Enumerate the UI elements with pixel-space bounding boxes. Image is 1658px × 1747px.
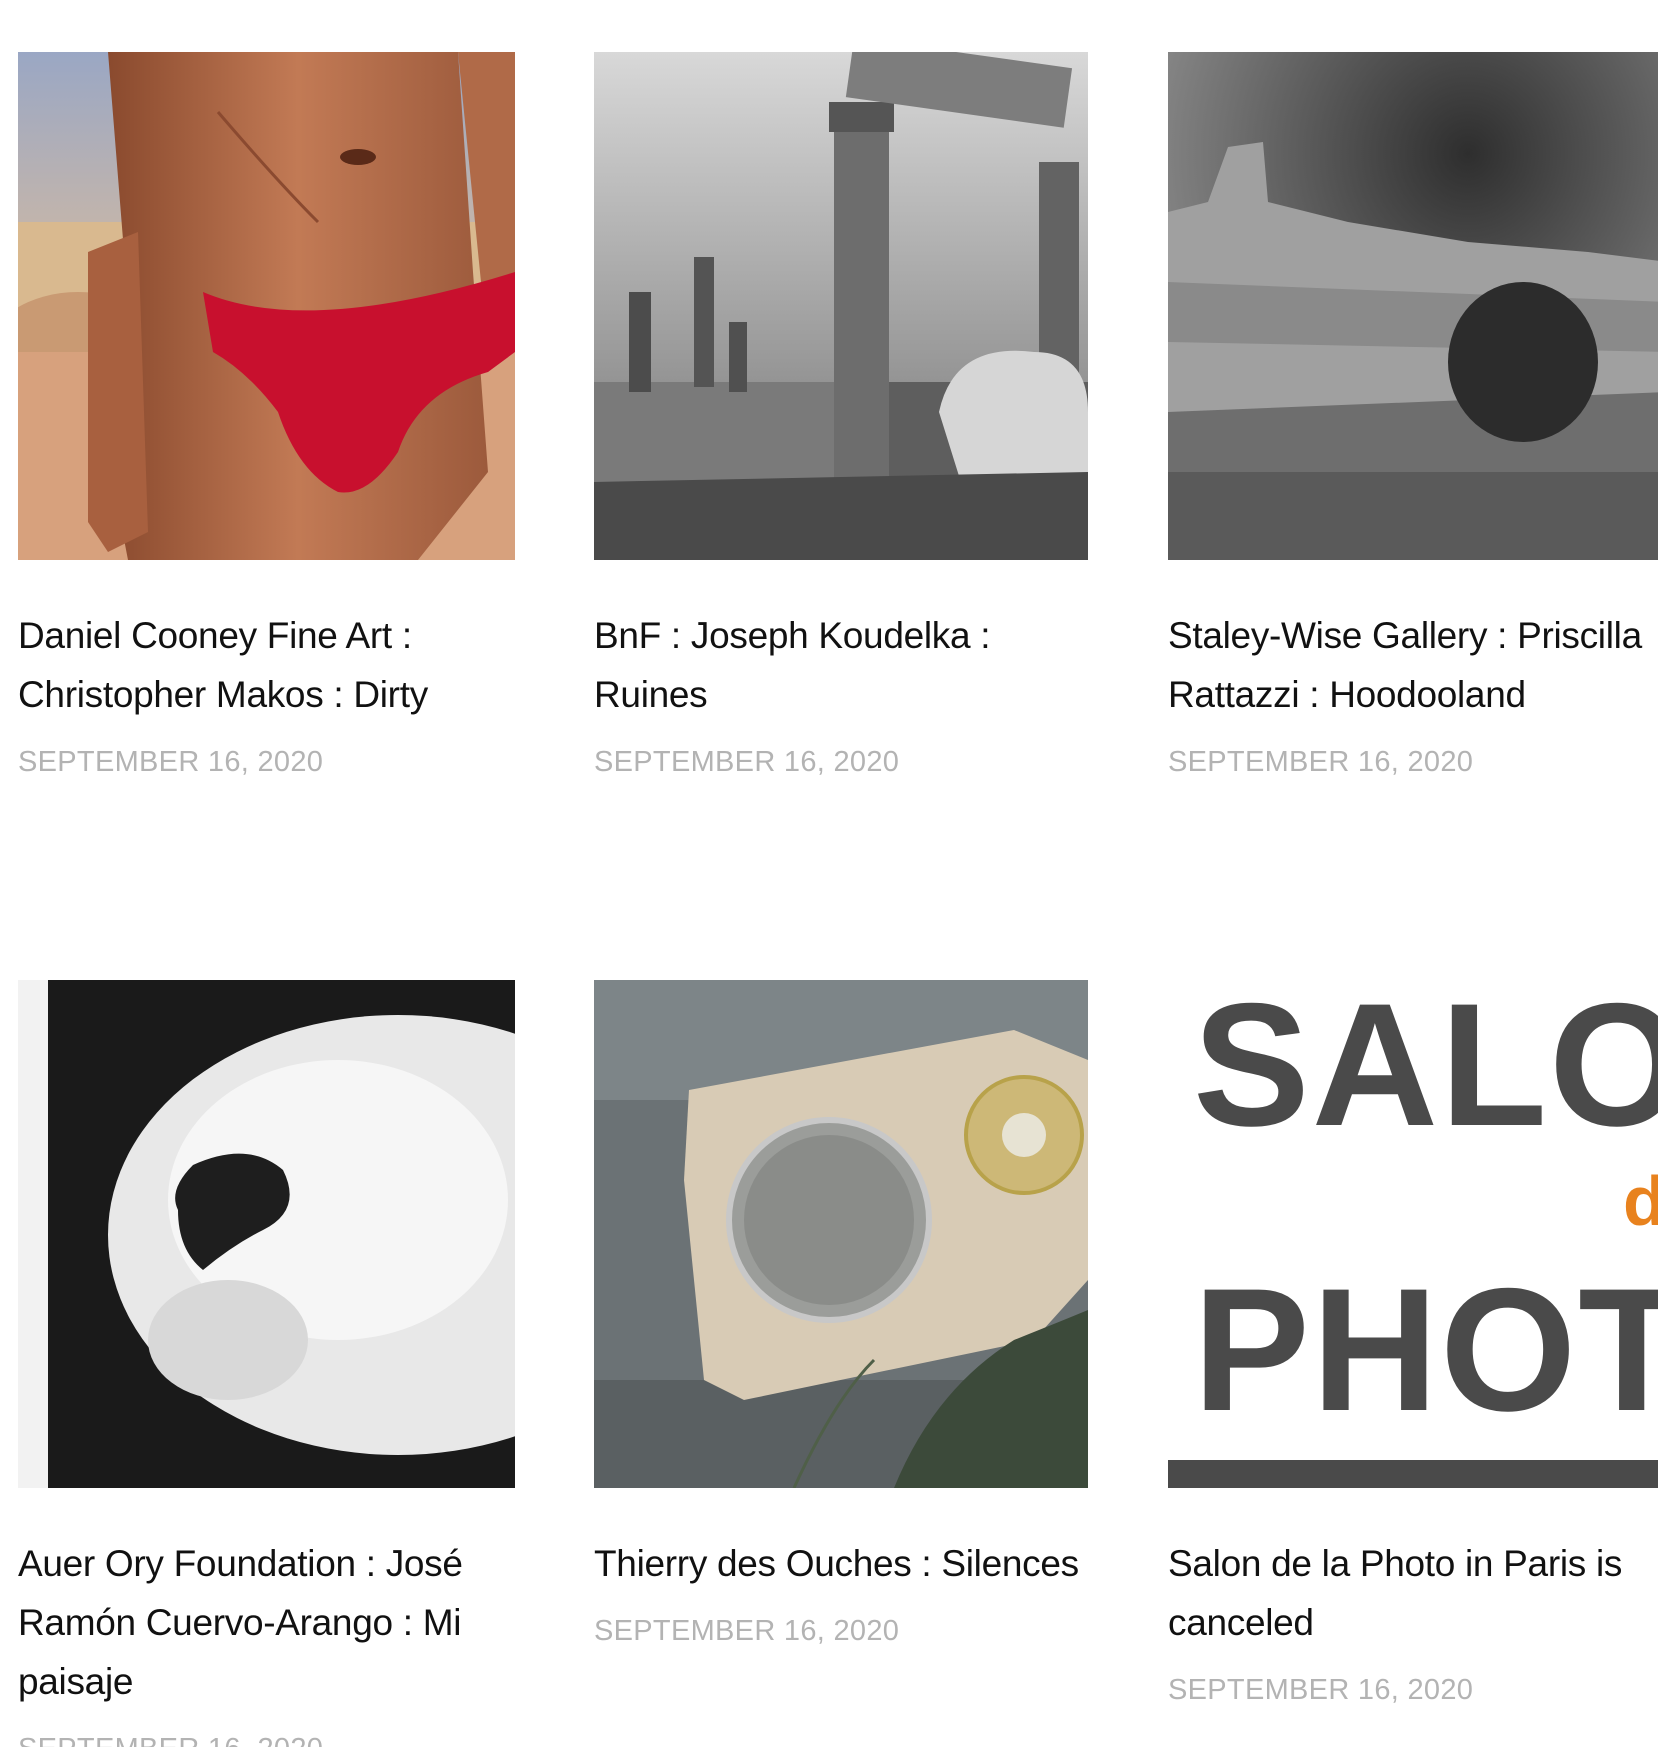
post-card: Auer Ory Foundation : José Ramón Cuervo-… xyxy=(18,980,515,1747)
post-card: SALON de la PHOTO Salon de la Photo in P… xyxy=(1168,980,1658,1707)
post-date: SEPTEMBER 16, 2020 xyxy=(594,746,900,778)
sheep-photo xyxy=(18,980,515,1488)
post-card: Staley-Wise Gallery : Priscilla Rattazzi… xyxy=(1168,52,1658,779)
post-thumbnail[interactable] xyxy=(594,52,1088,560)
post-date: SEPTEMBER 16, 2020 xyxy=(18,1733,515,1747)
post-title[interactable]: Staley-Wise Gallery : Priscilla Rattazzi… xyxy=(1168,606,1658,724)
svg-text:de la: de la xyxy=(1623,1162,1658,1240)
svg-text:PHOTO: PHOTO xyxy=(1193,1253,1658,1448)
post-thumbnail[interactable] xyxy=(1168,52,1658,560)
post-title[interactable]: Thierry des Ouches : Silences xyxy=(594,1534,1088,1593)
post-title[interactable]: Salon de la Photo in Paris is canceled xyxy=(1168,1534,1658,1652)
landscape-photo xyxy=(1168,52,1658,560)
ruins-photo xyxy=(594,52,1088,560)
post-title[interactable]: Daniel Cooney Fine Art : Christopher Mak… xyxy=(18,606,515,724)
post-date: SEPTEMBER 16, 2020 xyxy=(594,1615,900,1647)
post-card: Daniel Cooney Fine Art : Christopher Mak… xyxy=(18,52,515,779)
svg-text:SALON: SALON xyxy=(1193,980,1658,1163)
post-thumbnail[interactable]: SALON de la PHOTO xyxy=(1168,980,1658,1488)
post-date: SEPTEMBER 16, 2020 xyxy=(1168,1674,1474,1706)
post-title[interactable]: Auer Ory Foundation : José Ramón Cuervo-… xyxy=(18,1534,515,1711)
post-card: BnF : Joseph Koudelka : Ruines SEPTEMBER… xyxy=(594,52,1088,779)
salon-de-la-photo-logo: SALON de la PHOTO xyxy=(1168,980,1658,1488)
post-thumbnail[interactable] xyxy=(18,980,515,1488)
post-thumbnail[interactable] xyxy=(594,980,1088,1488)
post-date: SEPTEMBER 16, 2020 xyxy=(1168,746,1474,778)
radio-photo xyxy=(594,980,1088,1488)
post-date: SEPTEMBER 16, 2020 xyxy=(18,746,324,778)
post-title[interactable]: BnF : Joseph Koudelka : Ruines xyxy=(594,606,1088,724)
swimwear-photo xyxy=(18,52,515,560)
post-grid: Daniel Cooney Fine Art : Christopher Mak… xyxy=(0,0,1658,1747)
post-card: Thierry des Ouches : Silences SEPTEMBER … xyxy=(594,980,1088,1648)
post-thumbnail[interactable] xyxy=(18,52,515,560)
